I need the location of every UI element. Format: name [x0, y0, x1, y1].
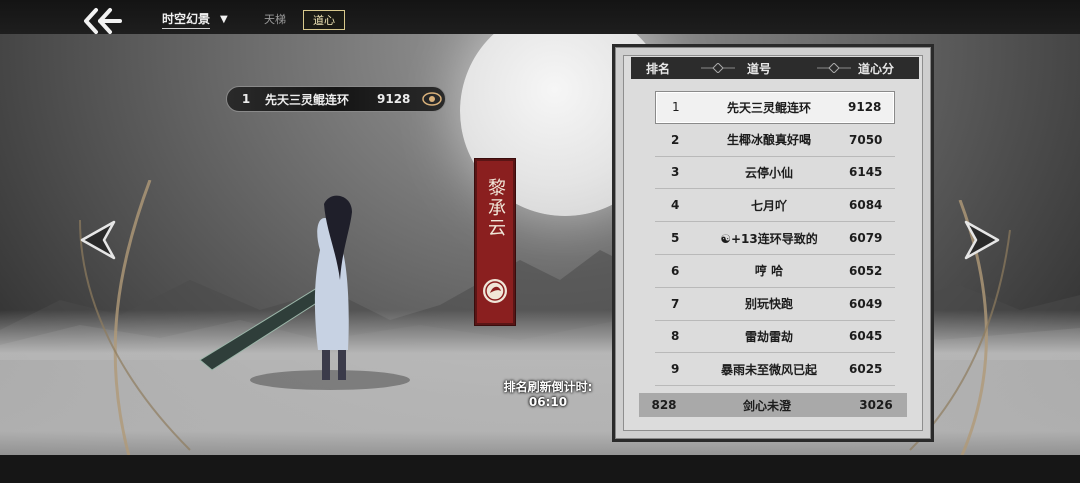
top-player-summary: 1 先天三灵鲲连环 9128 [226, 86, 446, 112]
header-diamond-decoration [817, 63, 851, 73]
character-name-banner: 黎承云 [474, 158, 516, 326]
leaderboard-rows: 1 先天三灵鲲连环 9128 2 生椰冰酿真好喝 7050 3 云停小仙 614… [655, 91, 895, 387]
row-score: 6049 [849, 296, 883, 311]
row-rank: 5 [671, 231, 680, 246]
chevron-down-icon: ▼ [220, 14, 228, 25]
bottom-bar [0, 455, 1080, 483]
row-name: 哼 哈 [754, 264, 784, 279]
row-name: 别玩快跑 [744, 297, 793, 312]
row-name: 暴雨未至微风已起 [720, 362, 817, 377]
row-rank: 6 [671, 263, 680, 278]
summary-name: 先天三灵鲲连环 [265, 92, 350, 107]
table-row[interactable]: 5 ☯+13连环导致的 6079 [655, 222, 895, 255]
table-row[interactable]: 1 先天三灵鲲连环 9128 [655, 91, 895, 124]
table-row[interactable]: 4 七月吖 6084 [655, 189, 895, 223]
mode-label: 时空幻景 [162, 10, 211, 29]
row-name: 生椰冰酿真好喝 [726, 133, 811, 148]
table-row[interactable]: 8 雷劫雷劫 6045 [655, 321, 895, 354]
row-score: 6145 [849, 165, 883, 180]
timer-label: 排名刷新倒计时: [503, 380, 593, 394]
summary-score: 9128 [377, 92, 411, 106]
row-score: 6079 [849, 231, 883, 246]
row-rank: 8 [671, 329, 680, 344]
back-button[interactable] [80, 6, 124, 36]
character-figure [199, 195, 410, 390]
row-score: 7050 [849, 132, 883, 147]
row-score: 9128 [848, 100, 882, 115]
row-rank: 2 [671, 132, 680, 147]
row-name: ☯+13连环导致的 [720, 231, 818, 246]
row-name: 七月吖 [750, 198, 787, 213]
refresh-timer: 排名刷新倒计时: 06:10 [490, 380, 606, 410]
row-rank: 9 [671, 362, 680, 377]
sect-emblem-icon [483, 279, 507, 303]
mode-dropdown[interactable]: 时空幻景 ▼ [162, 10, 228, 29]
eye-icon[interactable] [421, 90, 443, 108]
prev-button[interactable] [76, 218, 118, 262]
row-rank: 4 [671, 198, 680, 213]
table-row[interactable]: 7 别玩快跑 6049 [655, 288, 895, 321]
self-name: 剑心未澄 [742, 398, 791, 413]
row-score: 6045 [849, 329, 883, 344]
leaderboard-header: 排名 道号 道心分 [631, 57, 919, 79]
next-button[interactable] [962, 218, 1004, 262]
self-rank-row[interactable]: 828 剑心未澄 3026 [639, 393, 907, 417]
table-row[interactable]: 9 暴雨未至微风已起 6025 [655, 353, 895, 387]
row-rank: 3 [671, 165, 680, 180]
character-name: 黎承云 [485, 178, 506, 238]
table-row[interactable]: 6 哼 哈 6052 [655, 255, 895, 288]
summary-rank: 1 [241, 92, 251, 106]
tab-tianti[interactable]: 天梯 [264, 11, 286, 27]
right-arrow-icon [964, 220, 1000, 260]
row-score: 6025 [849, 362, 883, 377]
leaderboard-panel: 排名 道号 道心分 1 先天三灵鲲连环 9128 2 生椰冰酿真好喝 7050 … [612, 44, 934, 442]
row-score: 6052 [849, 263, 883, 278]
row-rank: 7 [671, 296, 680, 311]
header-diamond-decoration [701, 63, 735, 73]
tab-daoxin[interactable]: 道心 [303, 10, 345, 30]
row-name: 先天三灵鲲连环 [726, 100, 811, 115]
row-rank: 1 [672, 100, 680, 115]
row-name: 云停小仙 [744, 165, 793, 180]
row-name: 雷劫雷劫 [744, 329, 793, 344]
table-row[interactable]: 2 生椰冰酿真好喝 7050 [655, 124, 895, 157]
double-chevron-back-icon [84, 8, 122, 34]
left-arrow-icon [80, 220, 116, 260]
self-score: 3026 [859, 398, 893, 412]
header-rank: 排名 [645, 61, 670, 76]
table-row[interactable]: 3 云停小仙 6145 [655, 157, 895, 190]
timer-value: 06:10 [528, 395, 568, 409]
self-rank: 828 [651, 398, 677, 412]
row-score: 6084 [849, 198, 883, 213]
